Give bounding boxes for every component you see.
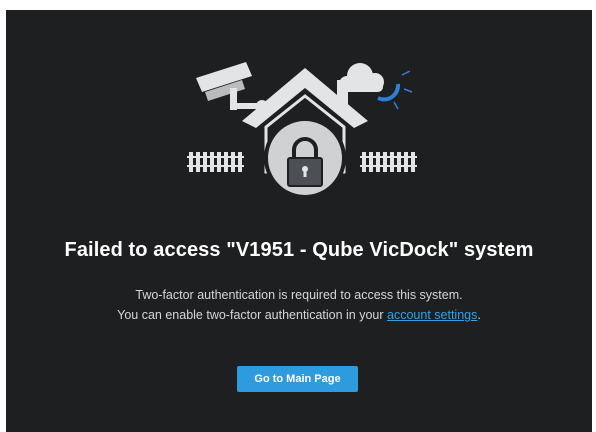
- cloud-icon: [339, 63, 384, 92]
- fence-left-icon: [187, 152, 244, 172]
- error-message-line1: Two-factor authentication is required to…: [135, 288, 463, 302]
- error-title: Failed to access "V1951 - Qube VicDock" …: [64, 239, 534, 261]
- error-message-line2: You can enable two-factor authentication…: [6, 308, 592, 322]
- go-to-main-page-button[interactable]: Go to Main Page: [237, 366, 358, 392]
- security-camera-icon: [196, 62, 268, 112]
- account-settings-link[interactable]: account settings: [387, 308, 477, 322]
- security-illustration: [187, 62, 417, 199]
- fence-right-icon: [360, 152, 417, 172]
- weather-icon: [339, 63, 413, 110]
- access-denied-panel: Failed to access "V1951 - Qube VicDock" …: [6, 10, 592, 432]
- error-message-suffix: .: [477, 308, 481, 322]
- error-message-prefix: You can enable two-factor authentication…: [117, 308, 388, 322]
